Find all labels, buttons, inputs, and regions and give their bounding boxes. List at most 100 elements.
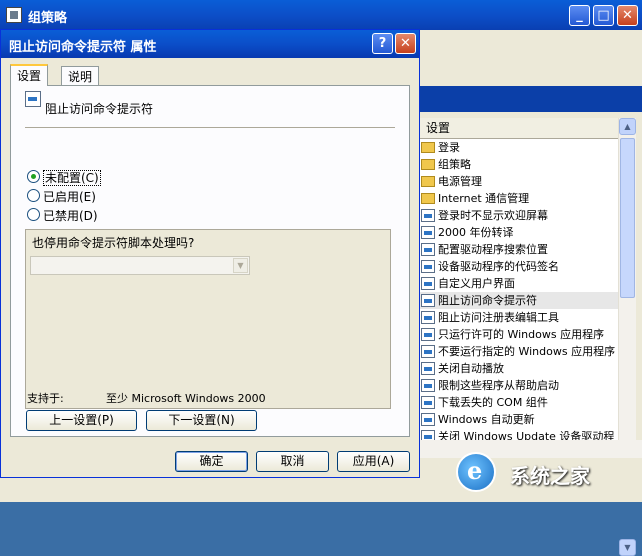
- policy-setting-icon: [421, 226, 435, 239]
- policy-settings-list: 设置 登录组策略电源管理 Internet 通信管理登录时不显示欢迎屏幕 2000 …: [418, 118, 618, 440]
- tab-settings[interactable]: 设置: [10, 64, 49, 86]
- list-item[interactable]: 自定义用户界面: [418, 275, 618, 292]
- watermark-logo-icon: [456, 452, 496, 492]
- list-item[interactable]: 配置驱动程序搜索位置: [418, 241, 618, 258]
- radio-icon[interactable]: [27, 189, 40, 202]
- list-item-label: 配置驱动程序搜索位置: [438, 243, 548, 256]
- dialog-close-button[interactable]: ✕: [395, 33, 416, 54]
- list-item-label: 电源管理: [438, 175, 482, 188]
- list-item-label: 设备驱动程序的代码签名: [438, 260, 559, 273]
- list-item[interactable]: Internet 通信管理: [418, 190, 618, 207]
- policy-setting-icon: [421, 311, 435, 324]
- policy-setting-icon: [421, 413, 435, 426]
- radio-disabled-label: 已禁用(D): [43, 209, 98, 223]
- list-item-label: 关闭 Windows Update 设备驱动程: [438, 430, 615, 440]
- list-vertical-scrollbar[interactable]: ▲ ▼: [618, 118, 636, 556]
- list-item-label: 关闭自动播放: [438, 362, 504, 375]
- list-item-label: 下载丢失的 COM 组件: [438, 396, 548, 409]
- scroll-down-arrow-icon[interactable]: ▼: [619, 539, 636, 556]
- cancel-button[interactable]: 取消: [256, 451, 329, 472]
- list-item[interactable]: 组策略: [418, 156, 618, 173]
- apply-button[interactable]: 应用(A): [337, 451, 410, 472]
- settings-tab-panel: 阻止访问命令提示符 未配置(C) 已启用(E) 已禁用(D) 也停用命令提示符脚…: [10, 85, 410, 437]
- next-setting-button[interactable]: 下一设置(N): [146, 410, 257, 431]
- dialog-titlebar[interactable]: 阻止访问命令提示符 属性 ? ✕: [1, 30, 419, 58]
- folder-icon: [421, 176, 435, 187]
- list-item-label: 登录时不显示欢迎屏幕: [438, 209, 548, 222]
- folder-icon: [421, 159, 435, 170]
- policy-setting-icon: [421, 294, 435, 307]
- details-pane-banner: [418, 86, 642, 112]
- list-item[interactable]: 关闭自动播放: [418, 360, 618, 377]
- radio-enabled[interactable]: 已启用(E): [27, 189, 96, 205]
- list-item-label: 2000 年份转译: [438, 226, 514, 239]
- policy-setting-icon: [25, 91, 41, 107]
- folder-icon: [421, 193, 435, 204]
- maximize-button[interactable]: □: [593, 5, 614, 26]
- supported-on-value: 至少 Microsoft Windows 2000: [106, 392, 266, 405]
- list-item-label: Internet 通信管理: [438, 192, 530, 205]
- list-item-label: 只运行许可的 Windows 应用程序: [438, 328, 605, 341]
- list-item[interactable]: 关闭 Windows Update 设备驱动程: [418, 428, 618, 440]
- list-item-label: 不要运行指定的 Windows 应用程序: [438, 345, 616, 358]
- policy-setting-icon: [421, 430, 435, 440]
- list-item[interactable]: 登录: [418, 139, 618, 156]
- watermark: 系统之家: [452, 448, 638, 498]
- group-policy-titlebar[interactable]: 组策略 _ □ ✕: [0, 0, 642, 30]
- list-item[interactable]: 阻止访问注册表编辑工具: [418, 309, 618, 326]
- list-item[interactable]: 限制这些程序从帮助启动: [418, 377, 618, 394]
- radio-not-configured-label: 未配置(C): [43, 170, 101, 186]
- radio-enabled-label: 已启用(E): [43, 190, 96, 204]
- radio-not-configured[interactable]: 未配置(C): [27, 170, 101, 186]
- tab-explain[interactable]: 说明: [61, 66, 100, 86]
- policy-setting-icon: [421, 345, 435, 358]
- radio-disabled[interactable]: 已禁用(D): [27, 208, 98, 224]
- list-item[interactable]: Windows 自动更新: [418, 411, 618, 428]
- folder-icon: [421, 142, 435, 153]
- properties-dialog: 阻止访问命令提示符 属性 ? ✕ 设置 说明 阻止访问命令提示符 未配置(C) …: [0, 29, 420, 478]
- list-item[interactable]: 2000 年份转译: [418, 224, 618, 241]
- minimize-button[interactable]: _: [569, 5, 590, 26]
- policy-setting-icon: [421, 209, 435, 222]
- policy-setting-icon: [421, 379, 435, 392]
- previous-setting-button[interactable]: 上一设置(P): [26, 410, 137, 431]
- group-policy-title: 组策略: [28, 11, 68, 26]
- list-item-label: Windows 自动更新: [438, 413, 535, 426]
- list-item-label: 组策略: [438, 158, 471, 171]
- policy-setting-icon: [421, 362, 435, 375]
- list-item-label: 限制这些程序从帮助启动: [438, 379, 559, 392]
- column-header-settings[interactable]: 设置: [418, 118, 618, 139]
- list-item[interactable]: 下载丢失的 COM 组件: [418, 394, 618, 411]
- list-item[interactable]: 不要运行指定的 Windows 应用程序: [418, 343, 618, 360]
- policy-setting-icon: [421, 396, 435, 409]
- list-item[interactable]: 登录时不显示欢迎屏幕: [418, 207, 618, 224]
- list-item[interactable]: 设备驱动程序的代码签名: [418, 258, 618, 275]
- help-button[interactable]: ?: [372, 33, 393, 54]
- options-box: 也停用命令提示符脚本处理吗? ▼: [25, 229, 391, 409]
- policy-setting-icon: [421, 243, 435, 256]
- list-item-label: 登录: [438, 141, 460, 154]
- scroll-thumb[interactable]: [620, 138, 635, 298]
- radio-icon[interactable]: [27, 208, 40, 221]
- supported-on-label: 支持于:: [27, 392, 64, 405]
- radio-selected-icon[interactable]: [27, 170, 40, 183]
- scroll-up-arrow-icon[interactable]: ▲: [619, 118, 636, 135]
- close-window-button[interactable]: ✕: [617, 5, 638, 26]
- chevron-down-icon[interactable]: ▼: [233, 258, 248, 273]
- policy-setting-icon: [421, 277, 435, 290]
- group-policy-app-icon: [6, 7, 22, 23]
- setting-name: 阻止访问命令提示符: [45, 102, 154, 116]
- list-item-label: 自定义用户界面: [438, 277, 515, 290]
- ok-button[interactable]: 确定: [175, 451, 248, 472]
- list-item-label: 阻止访问命令提示符: [438, 294, 537, 307]
- option-dropdown[interactable]: ▼: [30, 256, 250, 275]
- dialog-title: 阻止访问命令提示符 属性: [9, 40, 157, 55]
- list-item[interactable]: 只运行许可的 Windows 应用程序: [418, 326, 618, 343]
- option-question: 也停用命令提示符脚本处理吗?: [32, 236, 195, 250]
- watermark-text: 系统之家: [510, 464, 590, 488]
- list-item[interactable]: 电源管理: [418, 173, 618, 190]
- list-item[interactable]: 阻止访问命令提示符: [418, 292, 618, 309]
- policy-setting-icon: [421, 328, 435, 341]
- list-item-label: 阻止访问注册表编辑工具: [438, 311, 559, 324]
- policy-setting-icon: [421, 260, 435, 273]
